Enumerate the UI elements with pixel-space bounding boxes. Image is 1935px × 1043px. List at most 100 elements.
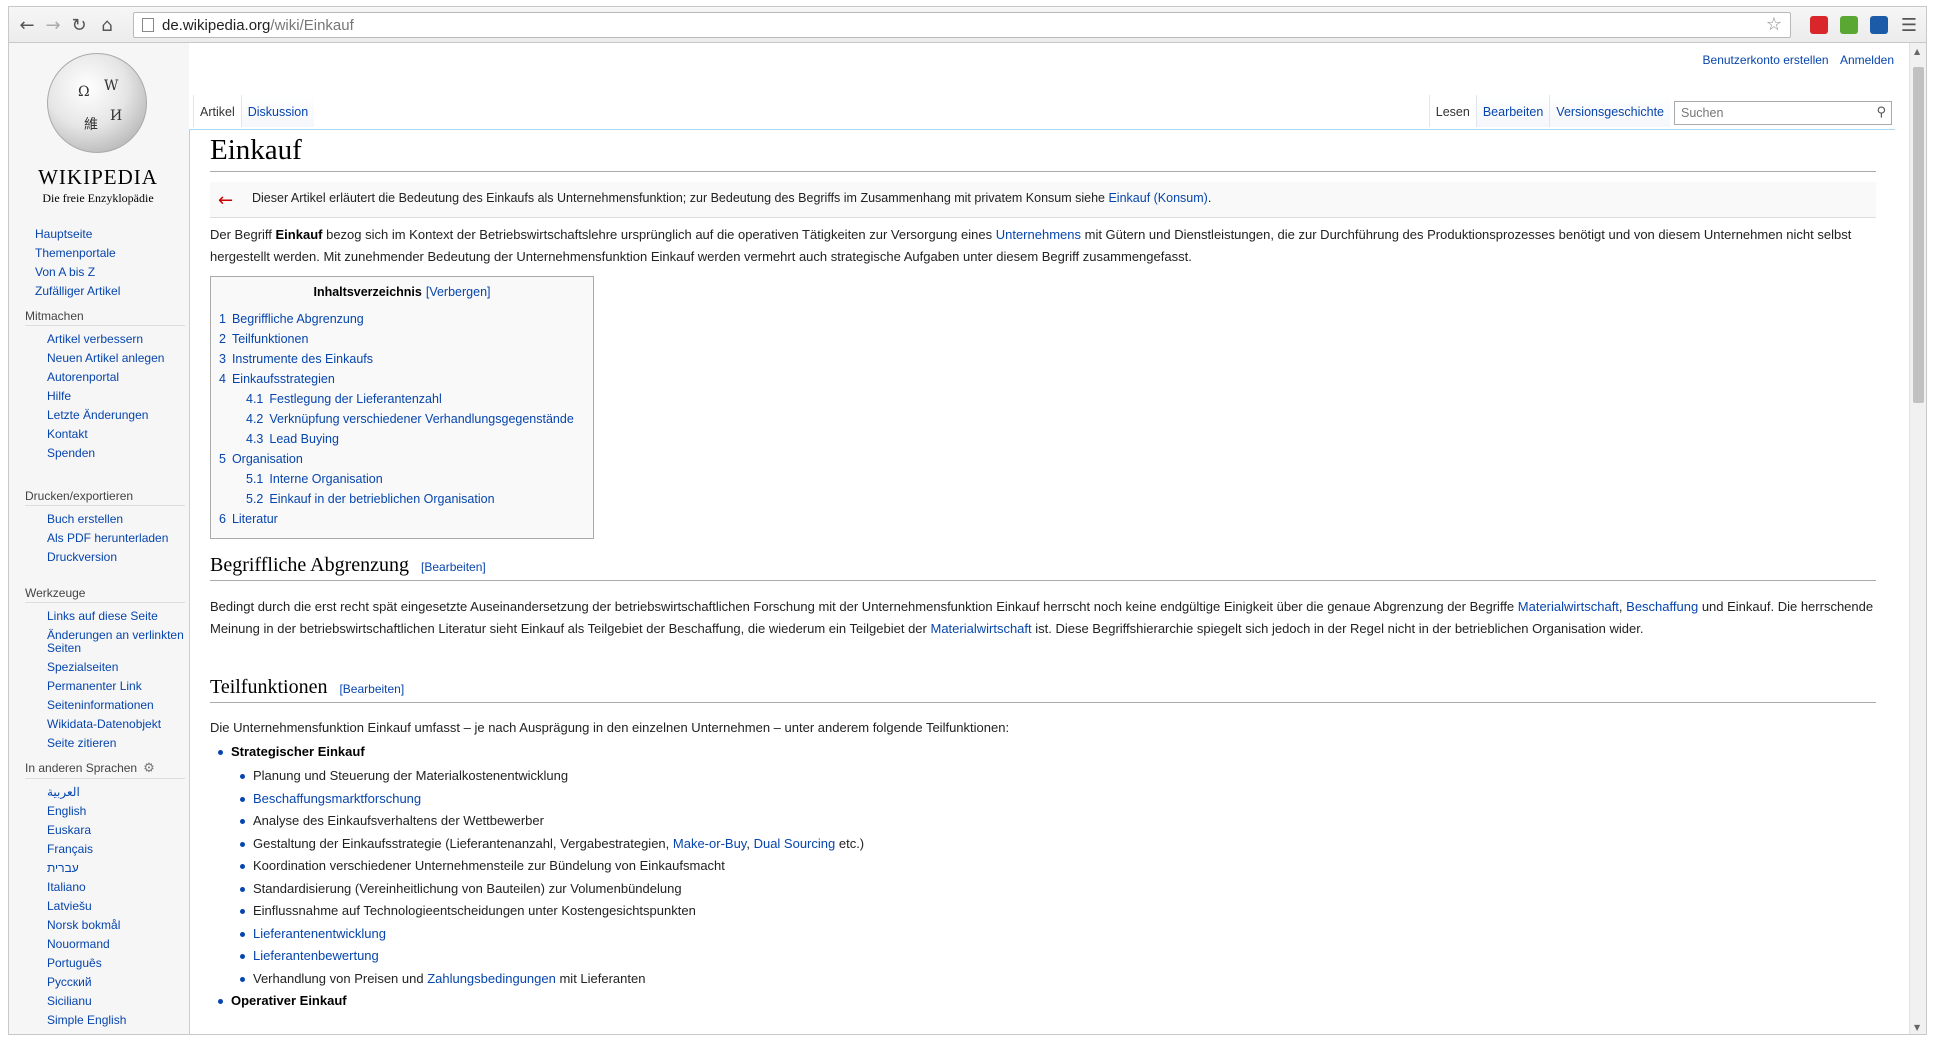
nav-spenden[interactable]: Spenden (47, 444, 185, 463)
bullet-icon (240, 864, 245, 870)
scroll-down-icon[interactable]: ▼ (1914, 1023, 1920, 1032)
language-link[interactable]: Русский (47, 973, 185, 992)
nav-spezialseiten[interactable]: Spezialseiten (47, 658, 185, 677)
bookmark-star-icon[interactable]: ☆ (1766, 14, 1782, 35)
tab-bearbeiten[interactable]: Bearbeiten (1475, 95, 1550, 127)
link-beschaffung[interactable]: Beschaffung (1626, 599, 1698, 614)
nav-letzte-aenderungen[interactable]: Letzte Änderungen (47, 406, 185, 425)
nav-aenderungen-verlinkt[interactable]: Änderungen an verlinkten Seiten (47, 626, 185, 658)
toc-item[interactable]: 5 Organisation (219, 449, 585, 469)
tab-artikel[interactable]: Artikel (193, 95, 241, 127)
nav-druckversion[interactable]: Druckversion (47, 548, 185, 567)
item-text: Einflussnahme auf Technologieentscheidun… (253, 903, 696, 918)
forward-arrow-icon[interactable]: → (41, 13, 65, 37)
toc-item[interactable]: 4.3 Lead Buying (219, 429, 585, 449)
toc-toggle[interactable]: [Verbergen] (426, 285, 491, 299)
link-zahlungsbedingungen[interactable]: Zahlungsbedingungen (427, 971, 556, 986)
nav-wikidata[interactable]: Wikidata-Datenobjekt (47, 715, 185, 734)
bullet-icon (240, 886, 245, 892)
nav-von-a-bis-z[interactable]: Von A bis Z (35, 263, 120, 282)
toc-label: Literatur (231, 512, 278, 526)
language-link[interactable]: العربية (47, 783, 185, 802)
scroll-up-icon[interactable]: ▲ (1914, 47, 1920, 56)
group-label: Operativer Einkauf (231, 993, 347, 1008)
link-unternehmens[interactable]: Unternehmens (996, 227, 1081, 242)
toc-item[interactable]: 4.2 Verknüpfung verschiedener Verhandlung… (219, 409, 585, 429)
language-link[interactable]: Sicilianu (47, 992, 185, 1011)
list-item: Gestaltung der Einkaufsstrategie (Liefer… (218, 833, 864, 856)
link-lieferantenentwicklung[interactable]: Lieferantenentwicklung (253, 926, 386, 941)
language-link[interactable]: Simple English (47, 1011, 185, 1030)
language-link[interactable]: Português (47, 954, 185, 973)
toc-item[interactable]: 5.2 Einkauf in der betrieblichen Organisa… (219, 489, 585, 509)
language-link[interactable]: עברית (47, 859, 185, 878)
language-link[interactable]: Italiano (47, 878, 185, 897)
nav-artikel-verbessern[interactable]: Artikel verbessern (47, 330, 185, 349)
link-beschaffungsmarktforschung[interactable]: Beschaffungsmarktforschung (253, 791, 421, 806)
link-lieferantenbewertung[interactable]: Lieferantenbewertung (253, 948, 379, 963)
toc-label: Interne Organisation (269, 472, 383, 486)
gear-icon[interactable]: ⚙ (143, 760, 155, 778)
language-link[interactable]: Latviešu (47, 897, 185, 916)
nav-neuen-artikel[interactable]: Neuen Artikel anlegen (47, 349, 185, 368)
link-dual-sourcing[interactable]: Dual Sourcing (754, 836, 836, 851)
browser-window: ← → ↻ ⌂ de.wikipedia.org/wiki/Einkauf ☆ … (8, 6, 1927, 1035)
language-link[interactable]: Nouormand (47, 935, 185, 954)
home-icon[interactable]: ⌂ (95, 13, 119, 37)
toc-item[interactable]: 1 Begriffliche Abgrenzung (219, 309, 585, 329)
nav-links-auf-diese-seite[interactable]: Links auf diese Seite (47, 607, 185, 626)
nav-autorenportal[interactable]: Autorenportal (47, 368, 185, 387)
link-materialwirtschaft[interactable]: Materialwirtschaft (930, 621, 1031, 636)
nav-seiteninformationen[interactable]: Seiteninformationen (47, 696, 185, 715)
extension-green-icon[interactable] (1840, 16, 1858, 34)
section-edit-link[interactable]: [Bearbeiten] (421, 560, 486, 574)
toc-item[interactable]: 2 Teilfunktionen (219, 329, 585, 349)
section-edit-link[interactable]: [Bearbeiten] (339, 682, 404, 696)
article-body: Einkauf ← Dieser Artikel erläutert die B… (189, 129, 1895, 1034)
toc-item[interactable]: 4 Einkaufsstrategien (219, 369, 585, 389)
language-link[interactable]: Slovenščina (47, 1030, 185, 1034)
nav-themenportale[interactable]: Themenportale (35, 244, 120, 263)
nav-als-pdf[interactable]: Als PDF herunterladen (47, 529, 185, 548)
login-link[interactable]: Anmelden (1840, 53, 1894, 67)
search-input[interactable]: Suchen (1674, 101, 1892, 125)
list-item: Standardisierung (Vereinheitlichung von … (218, 878, 864, 901)
extension-chart-icon[interactable] (1870, 16, 1888, 34)
nav-buch-erstellen[interactable]: Buch erstellen (47, 510, 185, 529)
toc-item[interactable]: 6 Literatur (219, 509, 585, 529)
nav-kontakt[interactable]: Kontakt (47, 425, 185, 444)
nav-zufaelliger-artikel[interactable]: Zufälliger Artikel (35, 282, 120, 301)
extension-red-icon[interactable] (1810, 16, 1828, 34)
nav-hauptseite[interactable]: Hauptseite (35, 225, 120, 244)
toc-item[interactable]: 5.1 Interne Organisation (219, 469, 585, 489)
language-link[interactable]: English (47, 802, 185, 821)
item-text: etc.) (835, 835, 865, 851)
search-icon[interactable]: ⚲ (1876, 105, 1886, 120)
address-bar[interactable]: de.wikipedia.org/wiki/Einkauf ☆ (133, 12, 1791, 38)
tab-versionsgeschichte[interactable]: Versionsgeschichte (1549, 95, 1670, 127)
language-link[interactable]: Euskara (47, 821, 185, 840)
back-arrow-icon[interactable]: ← (15, 13, 39, 37)
create-account-link[interactable]: Benutzerkonto erstellen (1703, 53, 1829, 67)
link-materialwirtschaft[interactable]: Materialwirtschaft (1518, 599, 1619, 614)
menu-icon[interactable]: ☰ (1897, 13, 1921, 37)
hatnote-link[interactable]: Einkauf (Konsum) (1108, 191, 1207, 205)
toc-item[interactable]: 4.1 Festlegung der Lieferantenzahl (219, 389, 585, 409)
bullet-icon (240, 909, 245, 915)
link-make-or-buy[interactable]: Make-or-Buy (673, 836, 746, 851)
vertical-scrollbar[interactable]: ▲ ▼ (1909, 43, 1926, 1034)
language-link[interactable]: Norsk bokmål (47, 916, 185, 935)
reload-icon[interactable]: ↻ (67, 13, 91, 37)
scroll-thumb[interactable] (1913, 67, 1924, 403)
toc-item[interactable]: 3 Instrumente des Einkaufs (219, 349, 585, 369)
wikipedia-logo[interactable]: Ω W И 維 WIKIPEDIA Die freie Enzyklopädie (23, 53, 173, 213)
nav-seite-zitieren[interactable]: Seite zitieren (47, 734, 185, 753)
nav-hilfe[interactable]: Hilfe (47, 387, 185, 406)
sidebar: Ω W И 維 WIKIPEDIA Die freie Enzyklopädie… (9, 43, 189, 1034)
tab-lesen[interactable]: Lesen (1428, 95, 1476, 127)
language-link[interactable]: Français (47, 840, 185, 859)
tab-diskussion[interactable]: Diskussion (240, 95, 315, 127)
bullet-icon (240, 796, 245, 802)
nav-permanenter-link[interactable]: Permanenter Link (47, 677, 185, 696)
item-text: Verhandlung von Preisen und (253, 970, 428, 986)
